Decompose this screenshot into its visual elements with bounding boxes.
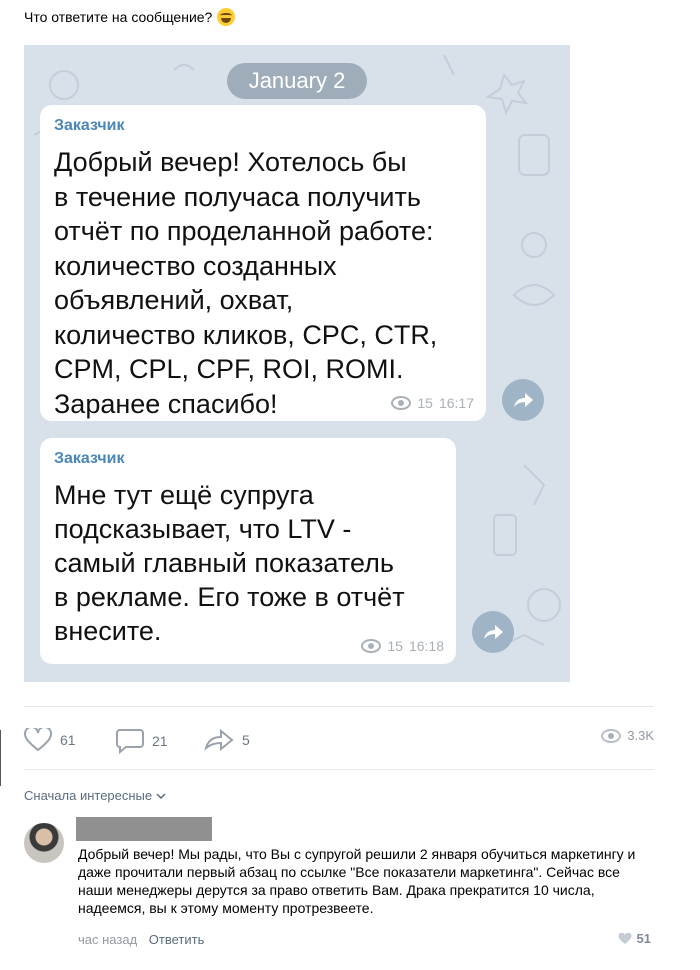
sort-label: Сначала интересные [24, 788, 153, 803]
comment-button[interactable]: 21 [116, 728, 168, 754]
message-views: 15 [387, 638, 403, 654]
heart-icon [24, 728, 52, 752]
message-text: Добрый вечер! Хотелось бы в течение полу… [54, 147, 438, 419]
forward-arrow-icon [484, 625, 503, 639]
message-sender: Заказчик [54, 117, 125, 134]
heart-icon [618, 932, 632, 944]
comments-sort-dropdown[interactable]: Сначала интересные [24, 788, 166, 803]
avatar[interactable] [24, 823, 64, 863]
laughing-emoji-icon [217, 8, 236, 26]
redacted-author-name [76, 817, 212, 841]
message-views: 15 [417, 395, 433, 411]
views-eye-icon [361, 639, 382, 653]
forward-arrow-icon [514, 393, 533, 407]
views-eye-icon [601, 728, 622, 743]
share-button[interactable]: 5 [204, 728, 250, 752]
divider [24, 706, 654, 707]
like-button[interactable]: 61 [24, 728, 76, 752]
likes-count: 61 [60, 732, 76, 748]
date-label: January 2 [227, 63, 367, 99]
message-sender: Заказчик [54, 450, 125, 467]
message-bubble[interactable]: Заказчик Добрый вечер! Хотелось бы в теч… [40, 105, 486, 421]
comment-footer: час назад Ответить [78, 932, 204, 947]
post-views: 3.3K [601, 728, 654, 743]
comment-time[interactable]: час назад [78, 932, 137, 947]
post-text: Что ответите на сообщение? [24, 8, 236, 26]
forward-button[interactable] [502, 379, 544, 421]
message-text: Мне тут ещё супруга подсказывает, что LT… [54, 480, 405, 646]
reply-link[interactable]: Ответить [149, 932, 205, 947]
comment-like-button[interactable]: 51 [618, 931, 651, 946]
post-caption: Что ответите на сообщение? [24, 9, 213, 25]
views-count: 3.3K [627, 728, 654, 743]
comment-icon [116, 729, 144, 754]
forward-button[interactable] [472, 611, 514, 653]
post-actions: 61 21 5 3.3K [24, 728, 654, 754]
comment-text: Добрый вечер! Мы рады, что Вы с супругой… [78, 846, 636, 916]
message-meta: 15 16:18 [361, 638, 444, 654]
message-time: 16:18 [408, 638, 444, 654]
comments-count: 21 [152, 733, 168, 749]
message-time: 16:17 [438, 395, 474, 411]
views-eye-icon [391, 396, 412, 410]
divider [24, 769, 654, 770]
share-arrow-icon [204, 728, 234, 752]
shares-count: 5 [242, 732, 250, 748]
comment-likes-count: 51 [636, 931, 651, 946]
message-bubble[interactable]: Заказчик Мне тут ещё супруга подсказывае… [40, 438, 456, 664]
chevron-down-icon [156, 792, 166, 799]
chat-screenshot[interactable]: January 2 Заказчик Добрый вечер! Хотелос… [24, 45, 570, 682]
message-meta: 15 16:17 [391, 395, 474, 411]
left-edge-line [0, 730, 1, 786]
